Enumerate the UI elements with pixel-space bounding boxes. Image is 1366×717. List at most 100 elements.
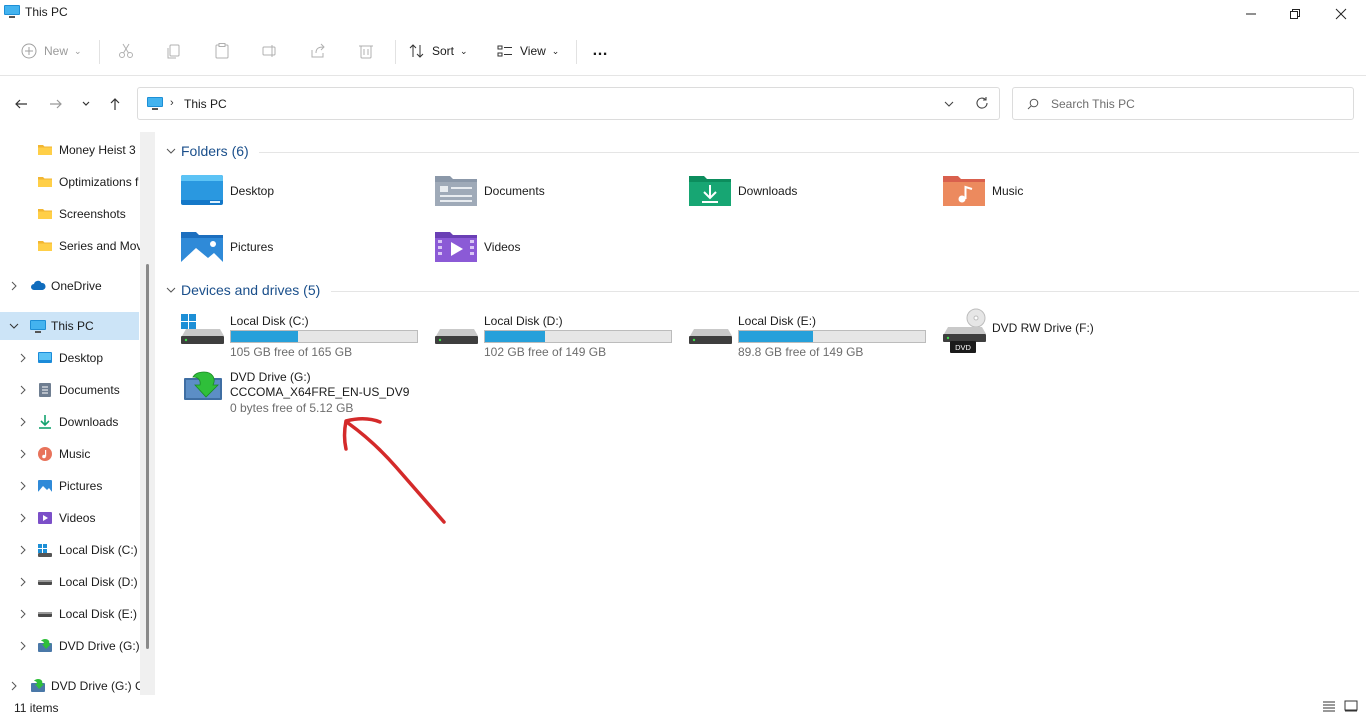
drive-usage-fill [485,331,545,342]
documents-icon [39,383,51,397]
folder-tile-videos[interactable]: Videos [434,228,674,274]
folder-icon [38,177,52,187]
folder-tile-documents[interactable]: Documents [434,172,674,218]
sidebar-item-dvd-drive-g-media[interactable]: DVD Drive (G:) CC [0,672,145,695]
paste-button[interactable] [213,38,231,64]
sidebar-item-local-disk-c[interactable]: Local Disk (C:) [0,536,145,564]
scrollbar-thumb[interactable] [146,264,149,649]
chevron-right-icon[interactable] [18,577,28,587]
sidebar-item-label: Music [59,447,91,461]
folders-group-header[interactable]: Folders (6) [166,143,249,159]
chevron-right-icon[interactable] [18,385,28,395]
rename-button[interactable] [261,38,279,64]
clipboard-icon [215,43,229,59]
documents-folder-icon [435,176,477,206]
details-view-icon[interactable] [1322,700,1336,712]
downloads-folder-icon [689,176,731,206]
folder-icon [38,145,52,155]
chevron-right-icon[interactable] [18,641,28,651]
cut-button[interactable] [117,38,135,64]
sidebar-item-this-pc[interactable]: This PC [0,312,139,340]
drives-group-header[interactable]: Devices and drives (5) [166,282,320,298]
sidebar-scrollbar[interactable] [140,132,155,695]
breadcrumb[interactable]: This PC [184,97,227,111]
recent-locations-button[interactable] [76,94,96,114]
minimize-button[interactable] [1228,0,1274,28]
up-button[interactable] [105,94,125,114]
chevron-right-icon[interactable] [9,281,19,291]
view-button[interactable]: View ⌄ [496,38,559,64]
sidebar-item-desktop[interactable]: Desktop [0,344,145,372]
drive-icon [38,612,52,617]
chevron-right-icon[interactable] [18,609,28,619]
sidebar-item-money-heist[interactable]: Money Heist 3 [0,136,145,164]
sidebar-item-optimizations[interactable]: Optimizations f [0,168,145,196]
drive-tile-e[interactable]: Local Disk (E:) 89.8 GB free of 149 GB [688,314,938,364]
group-divider [331,291,1359,292]
chevron-down-icon[interactable] [9,321,19,331]
forward-button[interactable] [46,94,66,114]
cloud-icon [31,280,46,290]
drive-free-space: 102 GB free of 149 GB [484,345,607,359]
delete-button[interactable] [357,38,375,64]
drive-usage-fill [231,331,298,342]
drive-tile-f[interactable]: DVD DVD RW Drive (F:) [942,308,1192,358]
chevron-down-icon [82,101,90,106]
chevron-right-icon[interactable] [18,449,28,459]
sidebar-item-downloads[interactable]: Downloads [0,408,145,436]
folder-tile-desktop[interactable]: Desktop [180,172,420,218]
minimize-icon [1246,13,1256,15]
refresh-icon[interactable] [975,96,989,110]
drive-usage-bar [484,330,672,343]
restore-icon [1290,9,1300,19]
sidebar-item-pictures[interactable]: Pictures [0,472,145,500]
sidebar-item-videos[interactable]: Videos [0,504,145,532]
drive-name: Local Disk (E:) [738,314,817,328]
sidebar-item-local-disk-e[interactable]: Local Disk (E:) [0,600,145,628]
folder-tile-music[interactable]: Music [942,172,1182,218]
search-input[interactable] [1051,96,1341,112]
new-button[interactable]: New ⌄ [20,38,82,64]
sidebar-item-onedrive[interactable]: OneDrive [0,272,145,300]
chevron-right-icon[interactable] [18,513,28,523]
large-icons-view-icon[interactable] [1344,700,1358,712]
folder-label: Downloads [738,184,798,198]
chevron-right-icon[interactable] [9,681,19,691]
chevron-right-icon[interactable] [18,545,28,555]
chevron-down-icon: ⌄ [551,45,560,56]
drive-tile-c[interactable]: Local Disk (C:) 105 GB free of 165 GB [180,314,430,364]
sidebar-item-label: DVD Drive (G:) C [59,639,145,653]
folder-tile-downloads[interactable]: Downloads [688,172,928,218]
chevron-right-icon[interactable] [18,353,28,363]
chevron-right-icon[interactable] [18,481,28,491]
drive-usage-bar [738,330,926,343]
sidebar-item-dvd-drive-g[interactable]: DVD Drive (G:) C [0,632,145,660]
chevron-right-icon[interactable] [18,417,28,427]
sidebar-item-local-disk-d[interactable]: Local Disk (D:) [0,568,145,596]
status-bar: 11 items [0,695,1366,717]
annotation-arrow [342,417,446,524]
dvd-install-icon [31,679,45,692]
sidebar-item-music[interactable]: Music [0,440,145,468]
more-options-button[interactable]: … [592,38,609,64]
sidebar-item-documents[interactable]: Documents [0,376,145,404]
folder-tile-pictures[interactable]: Pictures [180,228,420,274]
back-button[interactable] [11,94,31,114]
search-box[interactable] [1012,87,1354,120]
copy-button[interactable] [165,38,183,64]
title-bar: This PC [0,0,1366,26]
sidebar-item-screenshots[interactable]: Screenshots [0,200,145,228]
restore-button[interactable] [1272,0,1318,28]
chevron-down-icon[interactable] [943,98,955,110]
address-bar[interactable]: › This PC [137,87,1000,120]
sidebar-item-series-and-movies[interactable]: Series and Mov [0,232,145,260]
desktop-icon [38,352,52,363]
trash-icon [359,45,373,59]
close-button[interactable] [1318,0,1364,28]
share-button[interactable] [309,38,327,64]
command-bar: New ⌄ Sort ⌄ View ⌄ … [0,26,1366,76]
drive-tile-d[interactable]: Local Disk (D:) 102 GB free of 149 GB [434,314,684,364]
drive-icon [38,580,52,585]
folder-label: Desktop [230,184,275,198]
sort-button[interactable]: Sort ⌄ [408,38,468,64]
